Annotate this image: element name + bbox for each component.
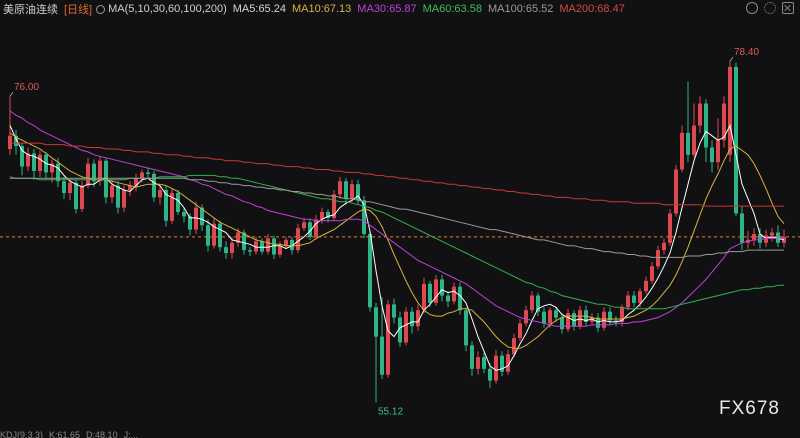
candle-body [650, 266, 654, 281]
candle-body [566, 313, 570, 330]
candle-body [470, 345, 474, 369]
sub-indicator-k: K:61.65 [49, 430, 81, 438]
candle-body [674, 169, 678, 214]
ma30-line [9, 110, 785, 327]
candle-body [692, 125, 696, 155]
candle-body [68, 182, 72, 193]
candle-body [452, 286, 456, 302]
candle-body [152, 173, 156, 198]
candle-body [404, 311, 408, 343]
candle-body [260, 241, 264, 252]
candle-body [284, 239, 288, 246]
candle-body [278, 245, 282, 255]
candle-body [122, 190, 126, 208]
candle-body [20, 146, 24, 167]
candle-body [494, 355, 498, 381]
candle-body [296, 228, 300, 251]
candle-body [554, 310, 558, 318]
candle-body [140, 172, 144, 179]
sub-indicator-j: J:... [123, 430, 139, 438]
candle-body [440, 279, 444, 296]
candle-body [698, 103, 702, 126]
candle-body [338, 181, 342, 195]
candle-body [380, 336, 384, 375]
candle-body [230, 242, 234, 254]
high-price-pointer [9, 92, 14, 97]
candle-body [74, 182, 78, 210]
candle-body [62, 181, 66, 193]
candle-body [206, 225, 210, 246]
candle-body [458, 286, 462, 311]
candlestick-chart: 78.40 76.00 55.12 [0, 47, 800, 417]
candle-body [266, 238, 270, 252]
candle-body [512, 338, 516, 355]
candle-body [410, 311, 414, 327]
candle-body [302, 222, 306, 229]
candle-body [80, 185, 84, 210]
ma60-line [9, 174, 784, 310]
candle-body [752, 233, 756, 240]
candle-body [158, 190, 162, 198]
candle-body [488, 368, 492, 381]
candle-body [530, 295, 534, 311]
candle-body [110, 185, 114, 198]
watermark-logo: FX678 [719, 398, 780, 419]
candle-body [86, 163, 90, 186]
candle-body [392, 304, 396, 318]
candle-body [626, 295, 630, 308]
candle-body [464, 310, 468, 346]
candle-body [668, 213, 672, 243]
ma10-line [9, 132, 785, 349]
candle-body [716, 140, 720, 163]
ma200-line [10, 142, 784, 207]
candle-body [428, 283, 432, 303]
candle-body [248, 250, 252, 252]
candle-body [578, 310, 582, 327]
candle-body [368, 233, 372, 308]
sub-indicator-legend: KDJ(9,3,3) K:61.65 D:48.10 J:... [0, 430, 138, 438]
candle-body [656, 250, 660, 267]
high-price-pointer [729, 56, 734, 62]
candle-body [710, 147, 714, 163]
candle-body [542, 311, 546, 324]
candle-body [344, 181, 348, 199]
candle-body [482, 357, 486, 369]
sub-indicator-name: KDJ(9,3,3) [0, 430, 44, 438]
sub-indicator-d: D:48.10 [86, 430, 118, 438]
candle-body [182, 212, 186, 217]
candle-body [662, 242, 666, 251]
candle-body [644, 280, 648, 292]
candle-body [638, 291, 642, 303]
candle-body [518, 323, 522, 339]
candle-body [686, 132, 690, 155]
candle-body [224, 247, 228, 254]
candle-body [734, 66, 738, 214]
candle-body [422, 283, 426, 311]
candle-body [38, 154, 42, 171]
candle-body [770, 232, 774, 236]
candle-body [386, 304, 390, 375]
high-price-label: 78.40 [734, 47, 759, 58]
candle-body [8, 135, 12, 149]
candle-body [476, 357, 480, 369]
candle-body [548, 310, 552, 324]
candle-body [560, 317, 564, 330]
candle-body [374, 307, 378, 337]
candle-body [350, 184, 354, 199]
candle-body [116, 185, 120, 208]
candle-body [740, 213, 744, 243]
candle-body [446, 295, 450, 302]
candle-body [704, 103, 708, 148]
candle-body [728, 66, 732, 155]
candle-body [680, 132, 684, 170]
candle-body [218, 223, 222, 248]
candle-body [632, 295, 636, 303]
low-price-label: 55.12 [378, 406, 403, 417]
high-price-label: 76.00 [14, 82, 39, 93]
candle-body [524, 310, 528, 324]
candle-body [146, 172, 150, 174]
candle-body [314, 219, 318, 237]
